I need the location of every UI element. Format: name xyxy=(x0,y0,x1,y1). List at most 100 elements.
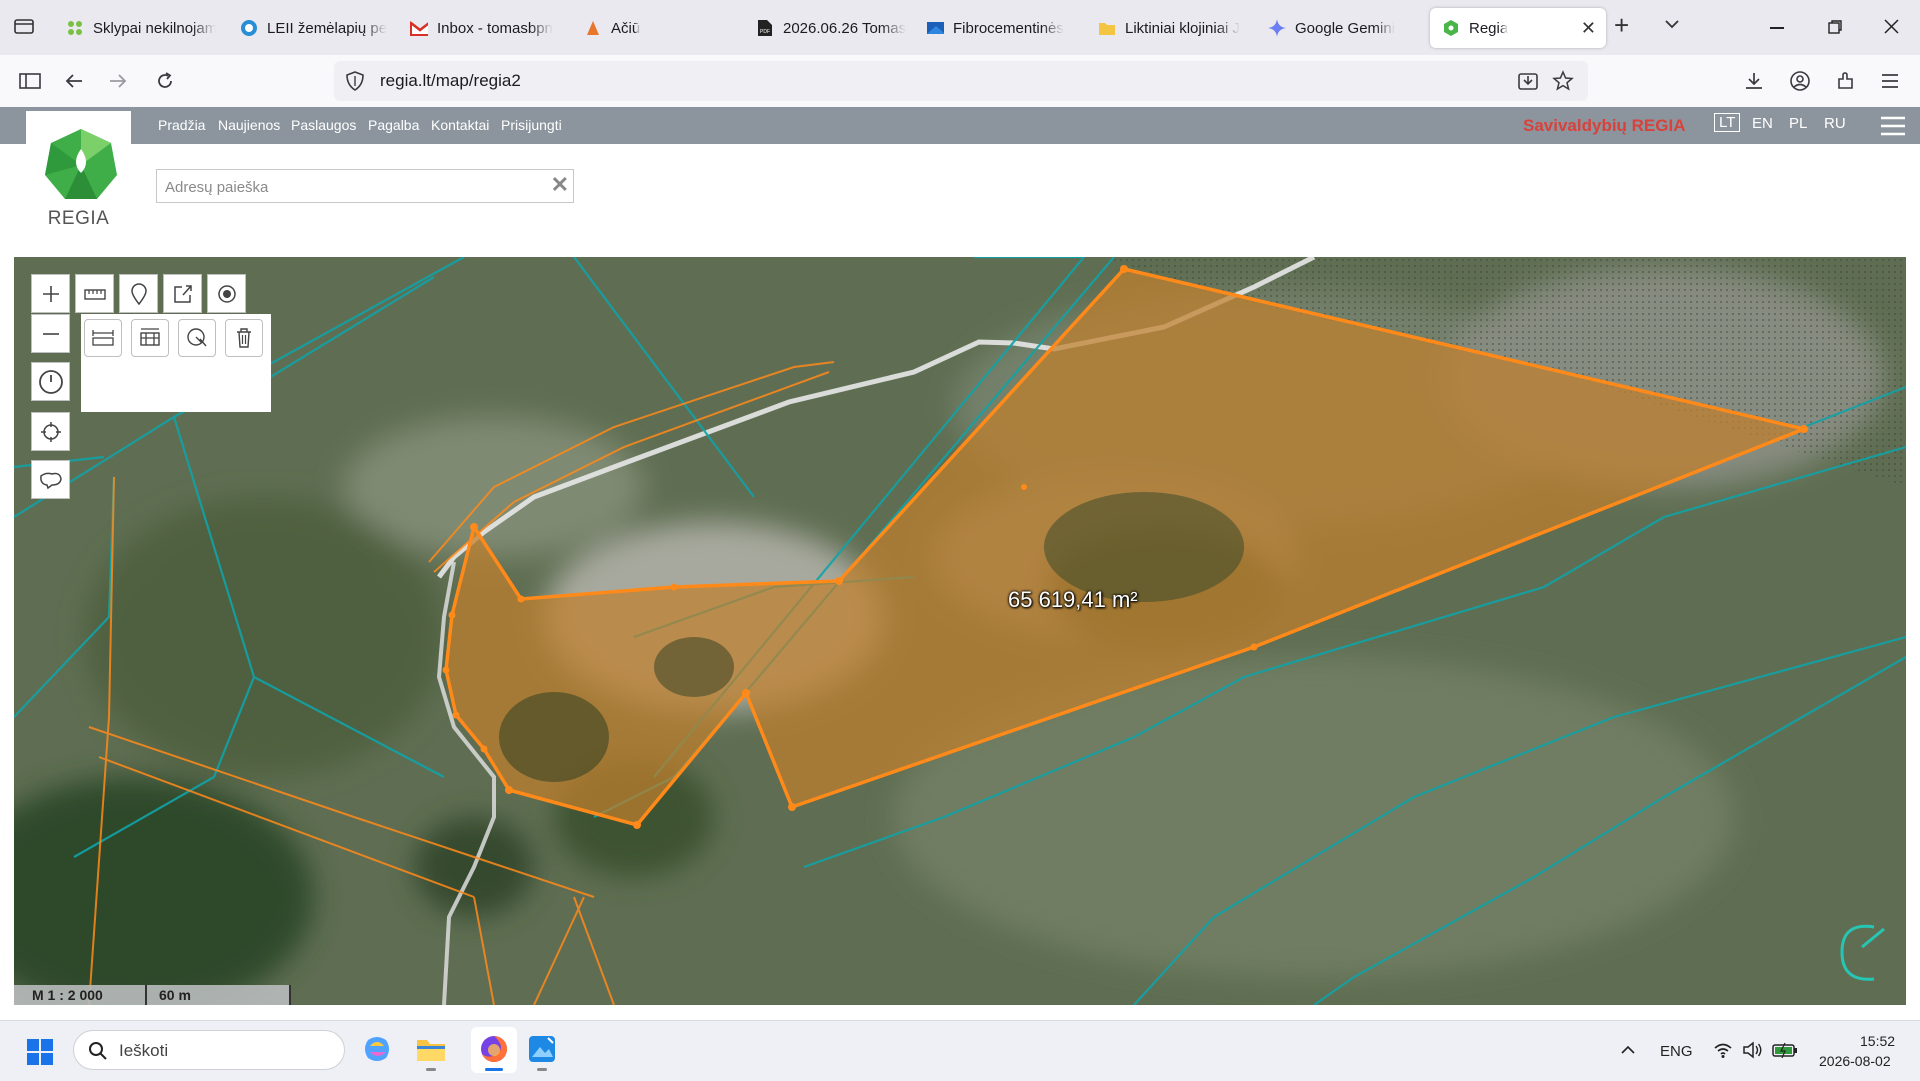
leii-favicon xyxy=(240,19,258,37)
crosshair-icon xyxy=(40,421,61,442)
menu-item-naujienos[interactable]: Naujienos xyxy=(218,117,280,133)
menu-item-kontaktai[interactable]: Kontaktai xyxy=(431,117,489,133)
extensions-icon[interactable] xyxy=(1834,69,1858,93)
taskbar-search-text[interactable]: Ieškoti xyxy=(119,1041,168,1061)
map-scale-bar: M 1 : 2 000 60 m xyxy=(14,985,290,1005)
bookmark-star-icon[interactable] xyxy=(1552,70,1574,97)
folder-favicon xyxy=(1098,19,1116,37)
aciu-favicon xyxy=(584,19,602,37)
windows-start-icon[interactable] xyxy=(27,1039,53,1070)
menu-item-prisijungti[interactable]: Prisijungti xyxy=(501,117,562,133)
language-lt[interactable]: LT xyxy=(1714,113,1741,132)
address-bar[interactable]: regia.lt/map/regia2 xyxy=(334,61,1588,101)
url-text[interactable]: regia.lt/map/regia2 xyxy=(380,71,521,91)
tab-label: Ačiū xyxy=(611,19,641,37)
ruler-icon xyxy=(83,288,106,300)
tab-aciu[interactable]: Ačiū xyxy=(584,8,734,48)
language-pl[interactable]: PL xyxy=(1789,115,1807,132)
tab-liktiniai[interactable]: Liktiniai klojiniai J xyxy=(1098,8,1248,48)
browser-navigation-bar: regia.lt/map/regia2 xyxy=(0,55,1920,108)
zoom-in-button[interactable] xyxy=(31,274,70,313)
clear-measurements-button[interactable] xyxy=(225,319,263,357)
point-select-button[interactable] xyxy=(207,274,246,313)
tab-pdf[interactable]: PDF 2026.06.26 Tomas xyxy=(756,8,906,48)
copilot-icon[interactable] xyxy=(362,1034,392,1069)
share-button[interactable] xyxy=(163,274,202,313)
menu-item-pagalba[interactable]: Pagalba xyxy=(368,117,419,133)
clear-search-icon[interactable]: ✕ xyxy=(551,172,569,198)
scale-distance: 60 m xyxy=(159,987,191,1003)
sidebar-toggle-icon[interactable] xyxy=(18,69,42,93)
wifi-icon[interactable] xyxy=(1713,1041,1733,1064)
tray-chevron-up-icon[interactable] xyxy=(1620,1043,1636,1061)
close-icon[interactable]: ✕ xyxy=(1581,19,1596,37)
menu-item-paslaugos[interactable]: Paslaugos xyxy=(291,117,356,133)
logo-text: REGIA xyxy=(47,208,110,229)
gmail-favicon xyxy=(410,19,428,37)
battery-charging-icon[interactable] xyxy=(1772,1041,1798,1064)
tab-sklypai[interactable]: Sklypai nekilnojam xyxy=(66,8,216,48)
tab-gmail[interactable]: Inbox - tomasbpn xyxy=(410,8,560,48)
map-pin-icon xyxy=(130,282,147,305)
locate-button[interactable] xyxy=(31,412,70,451)
downloads-icon[interactable] xyxy=(1742,69,1766,93)
input-language[interactable]: ENG xyxy=(1660,1043,1693,1060)
reload-icon[interactable] xyxy=(153,69,177,93)
browser-tab-strip: Sklypai nekilnojam LEII žemėlapių pe Inb… xyxy=(0,0,1920,55)
language-en[interactable]: EN xyxy=(1752,115,1773,132)
tab-label: Sklypai nekilnojam xyxy=(93,19,216,37)
forward-arrow-icon[interactable] xyxy=(106,69,130,93)
map-view[interactable]: 65 619,41 m² M 1 : 2 000 60 m xyxy=(14,257,1906,1005)
regia-favicon xyxy=(1442,19,1460,37)
tab-list-chevron-down-icon[interactable] xyxy=(1664,17,1680,35)
layers-button[interactable] xyxy=(31,460,70,499)
clock-date[interactable]: 2026-08-02 xyxy=(1819,1053,1891,1069)
taskbar-search[interactable]: Ieškoti xyxy=(73,1030,345,1070)
regia-logo[interactable]: REGIA xyxy=(26,111,131,234)
area-icon xyxy=(140,328,160,346)
measure-tool-panel xyxy=(81,314,271,412)
target-dot-icon xyxy=(217,284,236,303)
clock-icon xyxy=(38,369,63,394)
windows-taskbar: Ieškoti ENG 15:52 2026-08-02 xyxy=(0,1020,1920,1081)
volume-icon[interactable] xyxy=(1742,1041,1764,1064)
tab-regia[interactable]: Regia ✕ xyxy=(1430,8,1606,48)
language-ru[interactable]: RU xyxy=(1824,115,1846,132)
measure-ruler-button[interactable] xyxy=(75,274,114,313)
tab-fibro[interactable]: Fibrocementinės xyxy=(926,8,1076,48)
address-search-input[interactable] xyxy=(163,176,537,198)
minimize-icon[interactable] xyxy=(1770,27,1784,29)
minus-icon xyxy=(42,332,59,335)
measure-radius-button[interactable] xyxy=(178,319,216,357)
measure-area-button[interactable] xyxy=(131,319,169,357)
account-icon[interactable] xyxy=(1788,69,1812,93)
window-close-icon[interactable] xyxy=(1884,19,1899,39)
back-arrow-icon[interactable] xyxy=(62,69,86,93)
photos-app-icon[interactable] xyxy=(528,1035,556,1071)
hamburger-menu-icon[interactable] xyxy=(1880,115,1906,142)
sklypai-favicon xyxy=(66,19,84,37)
aerial-map[interactable] xyxy=(14,257,1906,1005)
restore-icon[interactable] xyxy=(1828,20,1842,39)
history-button[interactable] xyxy=(31,362,70,401)
share-icon xyxy=(173,284,192,303)
regia-logo-icon xyxy=(45,129,117,199)
tab-gemini[interactable]: Google Gemini xyxy=(1268,8,1418,48)
firefox-icon[interactable] xyxy=(471,1027,517,1073)
tab-leii[interactable]: LEII žemėlapių pe xyxy=(240,8,390,48)
measure-distance-button[interactable] xyxy=(84,319,122,357)
zoom-out-button[interactable] xyxy=(31,314,70,353)
new-tab-button[interactable]: + xyxy=(1614,12,1629,38)
marker-button[interactable] xyxy=(119,274,158,313)
app-menu-icon[interactable] xyxy=(1878,69,1902,93)
tracking-shield-icon[interactable] xyxy=(346,71,364,96)
clock-time[interactable]: 15:52 xyxy=(1860,1033,1895,1049)
tab-label: 2026.06.26 Tomas xyxy=(783,19,906,37)
tab-label: Liktiniai klojiniai J xyxy=(1125,19,1241,37)
tab-overview-icon[interactable] xyxy=(14,17,34,35)
address-search[interactable]: ✕ xyxy=(156,169,574,203)
menu-item-pradzia[interactable]: Pradžia xyxy=(158,117,205,133)
file-explorer-icon[interactable] xyxy=(416,1036,446,1071)
plus-icon xyxy=(42,285,59,302)
install-page-icon[interactable] xyxy=(1518,71,1538,96)
